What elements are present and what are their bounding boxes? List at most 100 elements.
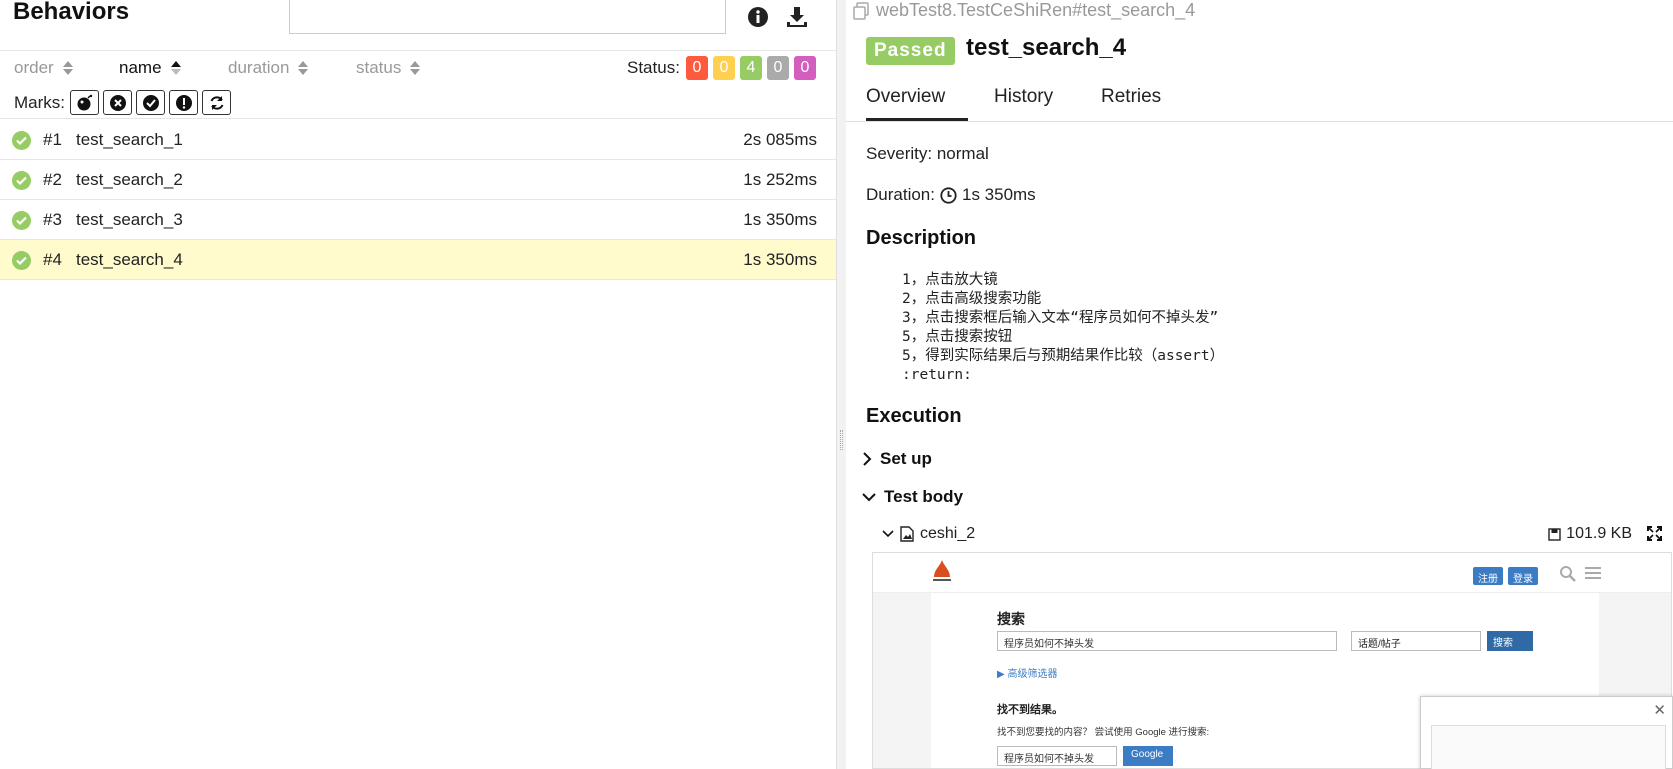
test-name: test_search_1 [76,130,183,149]
duration-label: Duration: [866,185,935,204]
mark-flaky-button[interactable] [70,90,99,115]
save-icon [1548,527,1561,541]
check-circle-icon [12,131,31,150]
clock-icon [940,186,957,204]
marks-buttons [70,90,231,115]
sort-duration-label: duration [228,58,290,77]
exclamation-circle-icon [175,94,192,111]
sort-status-label: status [356,58,402,77]
chevron-right-icon [863,452,872,466]
preview-no-results: 找不到结果。 [997,704,1063,716]
test-name: test_search_3 [76,210,183,229]
thumbnail-popup: ✕ [1420,696,1673,769]
download-icon[interactable] [784,4,810,30]
status-filter-label: Status: [627,58,680,77]
preview-google-button: Google [1123,746,1173,766]
marks-toolbar: Marks: [0,88,836,119]
test-row[interactable]: #2 test_search_2 1s 252ms [0,160,836,200]
sort-name-label: name [119,58,162,77]
attachment-title[interactable]: ceshi_2 [882,525,975,543]
test-name: test_search_2 [76,170,183,189]
test-number: #1 [43,130,62,149]
test-duration: 2s 085ms [743,130,817,149]
mark-retries-button[interactable] [202,90,231,115]
status-badge: Passed [866,37,955,65]
execution-heading: Execution [866,405,962,427]
sort-duration[interactable]: duration [228,58,309,78]
mark-new-broken-button[interactable] [169,90,198,115]
marks-label: Marks: [14,93,65,112]
attachment-name: ceshi_2 [920,525,976,542]
pane-splitter[interactable] [836,0,846,769]
status-badge-unknown[interactable]: 0 [794,56,816,80]
status-badge-broken[interactable]: 0 [713,56,735,80]
test-detail-pane: webTest8.TestCeShiRen#test_search_4 Pass… [846,0,1673,769]
test-path-text: webTest8.TestCeShiRen#test_search_4 [876,0,1196,20]
test-number: #4 [43,250,62,269]
close-icon[interactable]: ✕ [1653,701,1666,719]
attachment-row[interactable]: ceshi_2 101.9 KB [882,523,1662,547]
test-row[interactable]: #3 test_search_3 1s 350ms [0,200,836,240]
detail-tabs: Overview History Retries [846,80,1673,122]
test-list: #1 test_search_1 2s 085ms #2 test_search… [0,120,836,280]
test-title: test_search_4 [966,34,1127,61]
sort-arrows-icon [297,59,309,77]
status-badge-skipped[interactable]: 0 [767,56,789,80]
image-file-icon [900,526,914,542]
test-body-step[interactable]: Test body [862,487,963,507]
description-heading: Description [866,227,977,249]
page-title: Behaviors [13,0,130,25]
splitter-grip-icon[interactable] [840,430,843,450]
status-badge-passed[interactable]: 4 [740,56,762,80]
sort-order[interactable]: order [14,58,74,78]
preview-topbar: 注册 登录 [873,553,1671,593]
sort-name[interactable]: name [119,58,182,78]
test-row-selected[interactable]: #4 test_search_4 1s 350ms [0,240,836,280]
test-name: test_search_4 [76,250,183,269]
chevron-down-icon [882,529,894,537]
preview-register-button: 注册 [1473,567,1503,585]
attachment-size: 101.9 KB [1548,525,1632,543]
sort-status[interactable]: status [356,58,421,78]
status-badge-failed[interactable]: 0 [686,56,708,80]
bomb-icon [77,94,92,110]
behaviors-header: Behaviors [0,0,836,51]
test-full-path[interactable]: webTest8.TestCeShiRen#test_search_4 [852,0,1195,21]
times-circle-icon [109,94,126,111]
copy-icon[interactable] [852,1,870,20]
duration: Duration: 1s 350ms [866,185,1036,205]
set-up-step[interactable]: Set up [862,449,932,469]
check-circle-icon [12,171,31,190]
sort-toolbar: order name duration status Status: 0 0 4… [0,52,836,88]
sort-arrows-icon [62,59,74,77]
expand-icon[interactable] [1647,526,1662,541]
info-icon[interactable] [745,4,771,30]
severity: Severity: normal [866,144,989,163]
preview-search-field: 程序员如何不掉头发 [997,631,1337,651]
test-number: #3 [43,210,62,229]
preview-google-field: 程序员如何不掉头发 [997,746,1117,766]
behaviors-pane: Behaviors order name duration status Sta… [0,0,836,769]
preview-advanced-filter: ▶ 高级筛选器 [997,669,1058,680]
chevron-down-icon [862,493,876,502]
mark-new-failed-button[interactable] [103,90,132,115]
test-row[interactable]: #1 test_search_1 2s 085ms [0,120,836,160]
preview-heading: 搜索 [997,611,1025,627]
menu-icon [1585,567,1601,579]
search-icon [1560,566,1576,582]
thumbnail-image [1431,725,1666,769]
sort-arrows-icon [409,59,421,77]
sort-order-label: order [14,58,54,77]
tab-overview[interactable]: Overview [866,86,968,121]
test-duration: 1s 350ms [743,210,817,229]
mark-new-passed-button[interactable] [136,90,165,115]
tab-retries[interactable]: Retries [1101,86,1161,118]
search-input[interactable] [289,0,726,34]
set-up-label: Set up [880,449,932,468]
preview-category-select: 话题/帖子 [1351,631,1481,651]
tab-history[interactable]: History [994,86,1053,118]
attachment-size-value: 101.9 KB [1566,525,1632,542]
preview-login-button: 登录 [1508,567,1538,585]
description-text: 1，点击放大镜 2，点击高级搜索功能 3，点击搜索框后输入文本“程序员如何不掉头… [902,272,1225,383]
sort-arrows-icon [170,59,182,77]
